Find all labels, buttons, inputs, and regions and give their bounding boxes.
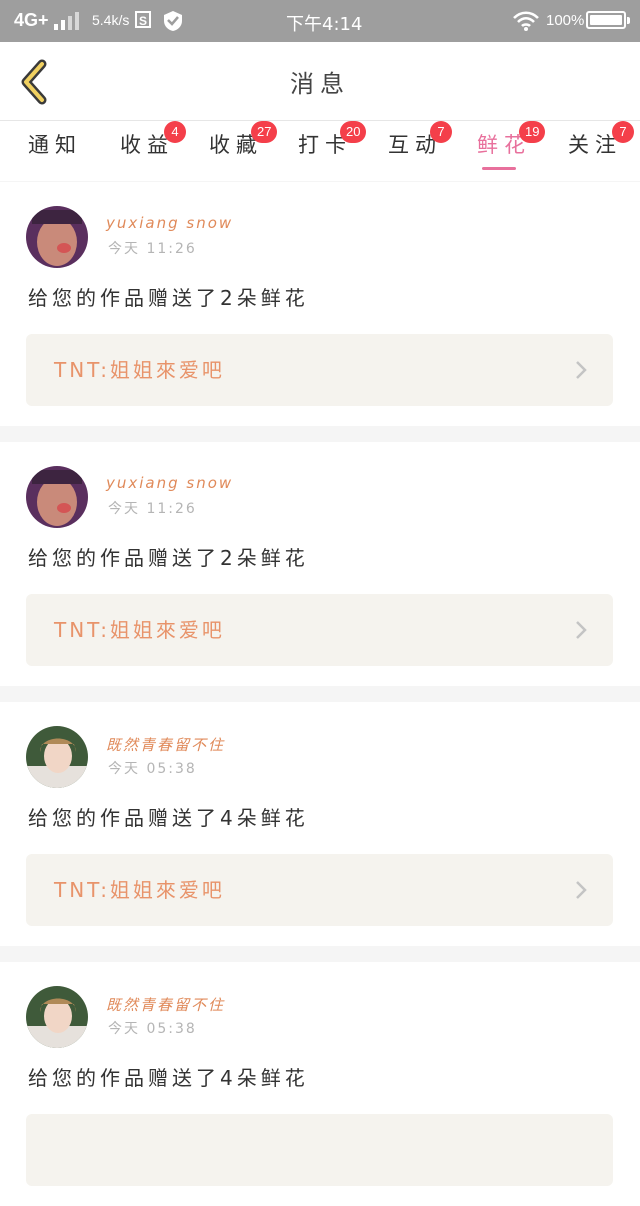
- avatar[interactable]: [26, 726, 88, 788]
- tab-flowers[interactable]: 鲜花 19: [477, 121, 546, 159]
- avatar[interactable]: [26, 986, 88, 1048]
- tab-bar: 通知 收益 4 收藏 27 打卡 20 互动 7 鲜花 19 关注 7: [0, 120, 640, 181]
- battery-icon: [586, 11, 630, 29]
- status-bar: 4G+ 5.4k/s S 下午4:14 100%: [0, 0, 640, 42]
- wifi-icon: [513, 11, 539, 31]
- page-title: 消息: [290, 70, 350, 98]
- message-text: 给您的作品赠送了2朵鲜花: [28, 546, 309, 570]
- message-text: 给您的作品赠送了2朵鲜花: [28, 286, 309, 310]
- s-app-icon: S: [135, 11, 151, 28]
- network-speed: 5.4k/s: [92, 12, 130, 28]
- message-time: 今天 11:26: [108, 241, 197, 257]
- username[interactable]: yuxiang snow: [106, 474, 233, 492]
- tab-checkin[interactable]: 打卡 20: [298, 121, 367, 159]
- title-bar: 消息: [0, 42, 640, 120]
- chevron-right-icon: [576, 621, 587, 639]
- tab-label: 通知: [28, 133, 82, 157]
- message-card: 既然青春留不住 今天 05:38 给您的作品赠送了4朵鲜花 TNT:姐姐來爱吧: [0, 702, 640, 946]
- message-card: 既然青春留不住 今天 05:38 给您的作品赠送了4朵鲜花: [0, 962, 640, 1206]
- tab-favorites[interactable]: 收藏 27: [209, 121, 278, 159]
- message-card: yuxiang snow 今天 11:26 给您的作品赠送了2朵鲜花 TNT:姐…: [0, 442, 640, 686]
- tab-badge: 27: [251, 121, 278, 143]
- work-title: TNT:姐姐來爱吧: [54, 878, 225, 902]
- tab-badge: 19: [519, 121, 546, 143]
- message-text: 给您的作品赠送了4朵鲜花: [28, 806, 309, 830]
- message-time: 今天 05:38: [108, 761, 197, 777]
- message-time: 今天 11:26: [108, 501, 197, 517]
- work-title: TNT:姐姐來爱吧: [54, 618, 225, 642]
- avatar[interactable]: [26, 466, 88, 528]
- work-link[interactable]: [26, 1114, 613, 1186]
- battery-percent: 100%: [546, 12, 585, 29]
- clock: 下午4:14: [286, 14, 363, 35]
- work-link[interactable]: TNT:姐姐來爱吧: [26, 594, 613, 666]
- tab-earnings[interactable]: 收益 4: [120, 121, 186, 159]
- chevron-right-icon: [576, 881, 587, 899]
- message-time: 今天 05:38: [108, 1021, 197, 1037]
- username[interactable]: 既然青春留不住: [106, 734, 225, 755]
- message-card: yuxiang snow 今天 11:26 给您的作品赠送了2朵鲜花 TNT:姐…: [0, 182, 640, 426]
- tab-badge: 4: [164, 121, 186, 143]
- message-text: 给您的作品赠送了4朵鲜花: [28, 1066, 309, 1090]
- username[interactable]: yuxiang snow: [106, 214, 233, 232]
- tab-follows[interactable]: 关注 7: [568, 121, 634, 159]
- shield-check-icon: [164, 11, 182, 31]
- username[interactable]: 既然青春留不住: [106, 994, 225, 1015]
- network-type: 4G+: [14, 10, 49, 30]
- tab-badge: 7: [612, 121, 634, 143]
- active-tab-indicator: [482, 167, 516, 170]
- avatar[interactable]: [26, 206, 88, 268]
- tab-badge: 20: [340, 121, 367, 143]
- chevron-right-icon: [576, 361, 587, 379]
- signal-icon: [54, 12, 79, 30]
- work-link[interactable]: TNT:姐姐來爱吧: [26, 854, 613, 926]
- work-title: TNT:姐姐來爱吧: [54, 358, 225, 382]
- tab-notifications[interactable]: 通知: [28, 129, 82, 159]
- work-link[interactable]: TNT:姐姐來爱吧: [26, 334, 613, 406]
- tab-badge: 7: [430, 121, 452, 143]
- tab-interactions[interactable]: 互动 7: [388, 121, 452, 159]
